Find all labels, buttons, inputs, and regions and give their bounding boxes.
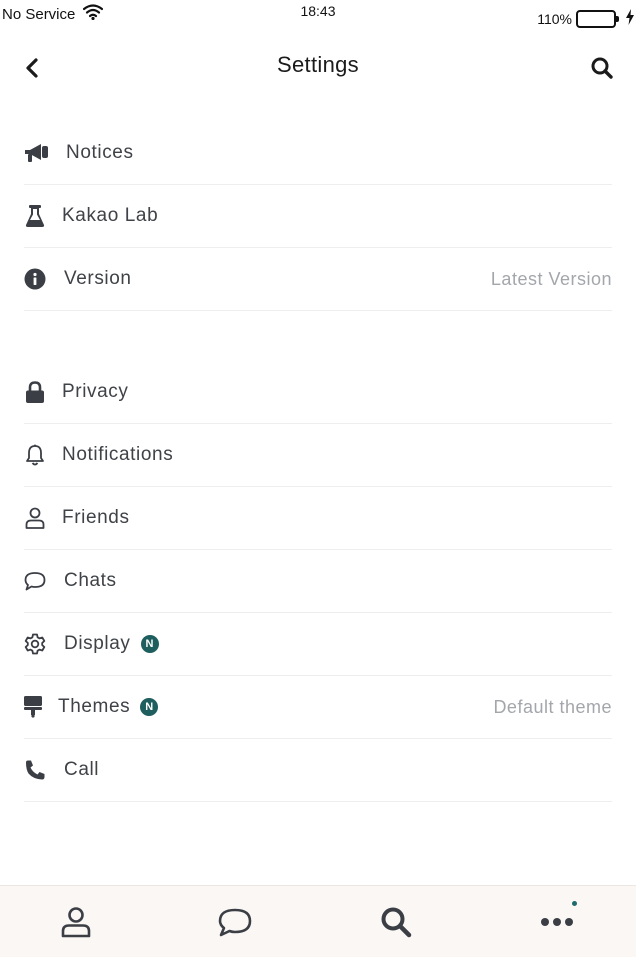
settings-item-themes[interactable]: Themes N Default theme	[24, 676, 612, 739]
settings-item-label: Friends	[62, 507, 130, 528]
bottom-tab-bar	[0, 885, 636, 957]
settings-item-label: Notifications	[62, 444, 174, 465]
tab-search[interactable]	[378, 904, 414, 940]
group-separator	[24, 311, 612, 361]
status-right: 110%	[537, 9, 634, 28]
settings-item-label: Version	[64, 268, 132, 289]
settings-item-label: Notices	[66, 142, 134, 163]
bell-icon	[24, 444, 46, 466]
settings-item-display[interactable]: Display N	[24, 613, 612, 676]
notification-dot	[572, 901, 577, 906]
chat-bubble-icon	[24, 570, 46, 592]
settings-list: Notices Kakao Lab Version Latest Version	[24, 122, 612, 802]
info-icon	[24, 268, 46, 290]
search-icon	[591, 57, 613, 79]
chat-bubble-icon	[218, 908, 252, 937]
new-badge: N	[140, 635, 159, 653]
settings-item-notices[interactable]: Notices	[24, 122, 612, 185]
version-value: Latest Version	[490, 268, 612, 289]
battery-percent: 110%	[537, 10, 572, 27]
person-icon	[24, 507, 46, 529]
lock-icon	[24, 381, 46, 403]
settings-item-privacy[interactable]: Privacy	[24, 361, 612, 424]
person-icon	[61, 907, 91, 938]
tab-more[interactable]	[539, 901, 577, 940]
status-bar: No Service 18:43 110%	[0, 0, 636, 30]
settings-item-call[interactable]: Call	[24, 739, 612, 802]
charging-icon	[626, 9, 634, 28]
search-icon	[381, 907, 412, 938]
settings-item-label: Themes	[58, 696, 131, 717]
page-title: Settings	[277, 52, 359, 77]
settings-item-label: Privacy	[62, 381, 129, 402]
header: Settings	[0, 40, 636, 94]
megaphone-icon	[24, 142, 50, 164]
flask-icon	[24, 205, 46, 227]
settings-item-chats[interactable]: Chats	[24, 550, 612, 613]
tab-friends[interactable]	[58, 904, 94, 940]
settings-item-kakao-lab[interactable]: Kakao Lab	[24, 185, 612, 248]
search-button[interactable]	[588, 54, 616, 82]
battery-icon	[576, 9, 619, 28]
settings-item-notifications[interactable]: Notifications	[24, 424, 612, 487]
settings-item-label: Call	[64, 759, 100, 780]
tab-chats[interactable]	[217, 904, 253, 940]
theme-value: Default theme	[493, 696, 612, 717]
gear-icon	[24, 633, 46, 655]
paint-roller-icon	[24, 696, 42, 718]
new-badge: N	[140, 698, 159, 716]
phone-icon	[24, 759, 46, 781]
settings-item-label: Display	[64, 633, 131, 654]
more-icon	[541, 918, 573, 926]
settings-item-label: Kakao Lab	[62, 205, 159, 226]
settings-item-friends[interactable]: Friends	[24, 487, 612, 550]
settings-item-version[interactable]: Version Latest Version	[24, 248, 612, 311]
settings-item-label: Chats	[64, 570, 117, 591]
